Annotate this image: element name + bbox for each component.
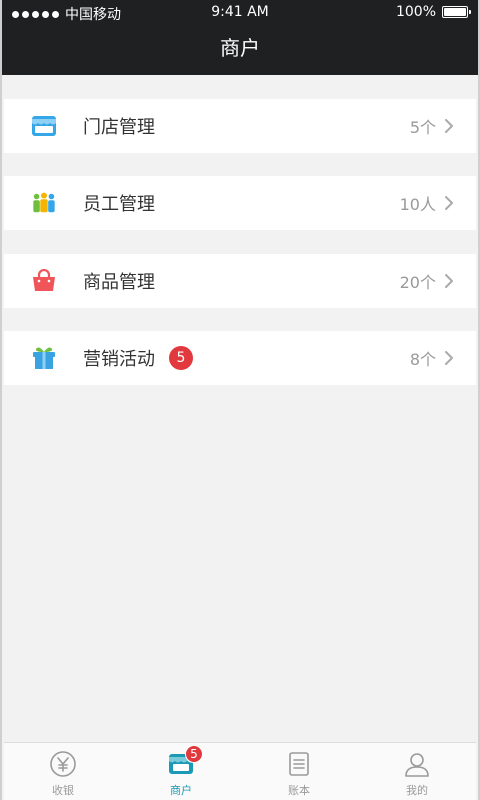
row-marketing-activities[interactable]: 营销活动 5 8个: [4, 331, 476, 385]
tab-label: 收银: [52, 784, 74, 797]
chevron-right-icon: [444, 273, 460, 289]
row-store-management[interactable]: 门店管理 5个: [4, 99, 476, 153]
tab-cashier[interactable]: 收银: [4, 743, 122, 800]
chevron-right-icon: [444, 350, 460, 366]
tab-profile[interactable]: 我的: [358, 743, 476, 800]
row-label: 商品管理: [83, 272, 155, 293]
bottom-tab-bar: 收银 5 商户 账本 我的: [4, 742, 476, 800]
row-staff-management[interactable]: 员工管理 10人: [4, 176, 476, 230]
status-bar: 中国移动 9:41 AM 100%: [2, 0, 478, 24]
tab-label: 商户: [170, 784, 192, 797]
tab-label: 账本: [288, 784, 310, 797]
row-value: 8个: [409, 350, 436, 369]
notification-badge: 5: [185, 745, 203, 763]
shopping-bag-icon: [31, 268, 57, 294]
store-icon: [31, 113, 57, 139]
notification-badge: 5: [169, 346, 193, 370]
row-value: 5个: [409, 118, 436, 137]
tab-label: 我的: [406, 784, 428, 797]
row-value: 10人: [399, 195, 436, 214]
battery-percent: 100%: [395, 4, 436, 20]
page-title: 商户: [220, 36, 260, 60]
yen-icon: [48, 749, 78, 779]
tab-merchant[interactable]: 5 商户: [122, 743, 240, 800]
row-label: 营销活动: [83, 349, 155, 370]
header: 中国移动 9:41 AM 100% 商户: [2, 0, 478, 75]
chevron-right-icon: [444, 118, 460, 134]
chevron-right-icon: [444, 195, 460, 211]
row-value: 20个: [399, 273, 436, 292]
tab-ledger[interactable]: 账本: [240, 743, 358, 800]
status-right: 100%: [395, 4, 471, 20]
gift-icon: [31, 345, 57, 371]
row-product-management[interactable]: 商品管理 20个: [4, 254, 476, 308]
row-label: 门店管理: [83, 117, 155, 138]
phone-screen: 中国移动 9:41 AM 100% 商户 门店管理 5个 员工管理 10人 商品…: [0, 0, 480, 800]
row-label: 员工管理: [83, 194, 155, 215]
staff-icon: [31, 190, 57, 216]
user-icon: [402, 749, 432, 779]
ledger-icon: [284, 749, 314, 779]
battery-icon: [442, 6, 471, 18]
